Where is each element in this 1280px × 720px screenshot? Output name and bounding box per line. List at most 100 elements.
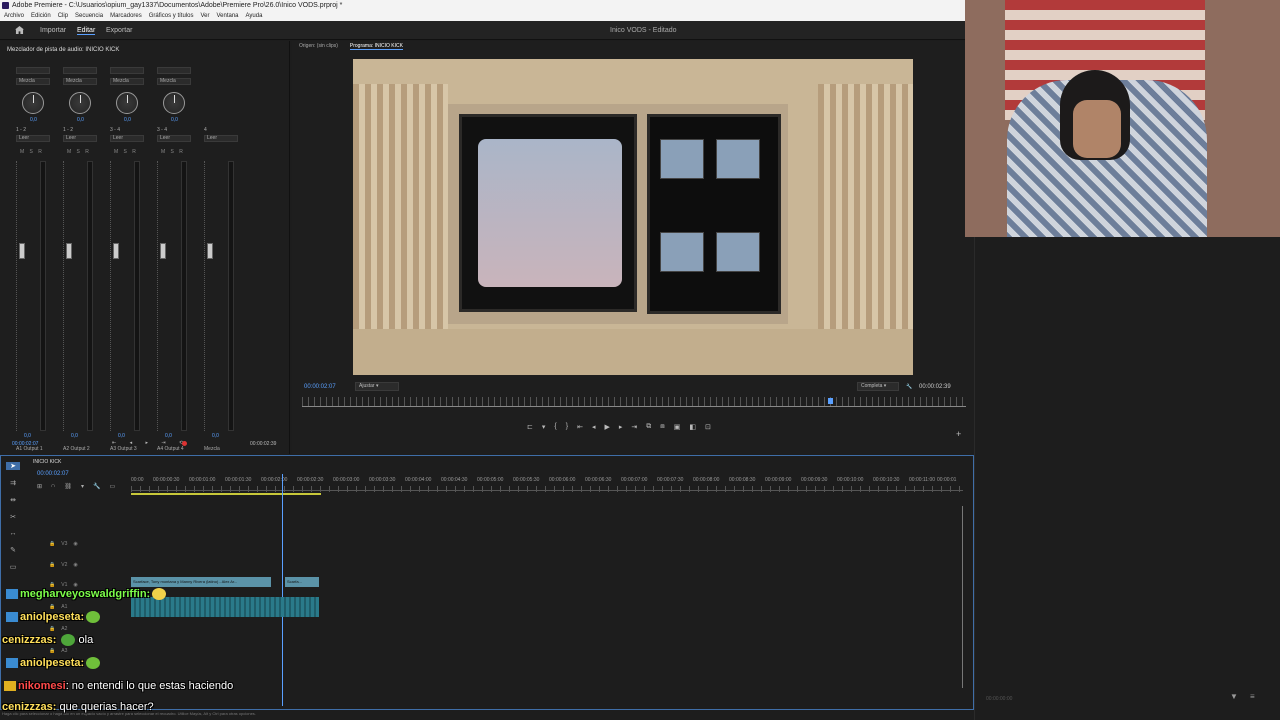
menu-ayuda[interactable]: Ayuda [246, 11, 263, 21]
tab-editar[interactable]: Editar [77, 27, 96, 35]
menu-ver[interactable]: Ver [200, 11, 209, 21]
tab-exportar[interactable]: Exportar [106, 27, 132, 34]
mute-solo-record[interactable]: M S R [161, 149, 185, 155]
menu-marcadores[interactable]: Marcadores [110, 11, 142, 21]
menu-archivo[interactable]: Archivo [4, 11, 24, 21]
mark-in-icon[interactable]: ⊏ [527, 423, 533, 431]
automation-dropdown[interactable]: Leer [110, 135, 144, 142]
track-select-icon[interactable]: ⇉ [10, 479, 16, 487]
wrench-icon[interactable]: 🔧 [93, 483, 100, 490]
mark-clip-icon[interactable]: } [566, 423, 568, 431]
add-button-icon[interactable]: + [956, 429, 961, 439]
lock-icon[interactable]: 🔒 [49, 541, 55, 547]
timeline-timecode[interactable]: 00:00:02:07 [37, 471, 69, 477]
channel-mode-dropdown[interactable]: Mezcla [110, 78, 144, 85]
automation-dropdown[interactable]: Leer [157, 135, 191, 142]
streamer-face [1073, 100, 1121, 158]
menu-ventana[interactable]: Ventana [216, 11, 238, 21]
tab-source[interactable]: Origen: (sin clips) [299, 43, 338, 50]
program-monitor: Origen: (sin clips) Programa: INICIO KIC… [292, 41, 974, 454]
webcam-overlay [965, 0, 1280, 237]
mute-solo-record[interactable]: M S R [114, 149, 138, 155]
rectangle-tool-icon[interactable]: ▭ [10, 563, 17, 571]
eye-icon[interactable]: ◉ [73, 541, 77, 547]
menu-edicion[interactable]: Edición [31, 11, 51, 21]
step-forward-icon[interactable]: ▸ [619, 423, 623, 431]
channel-mode-dropdown[interactable]: Mezcla [63, 78, 97, 85]
overwrite-icon[interactable]: ⧈ [660, 423, 664, 431]
slip-tool-icon[interactable]: ↔ [10, 530, 17, 537]
emote-icon [152, 588, 167, 601]
program-duration: 00:00:02:39 [919, 384, 951, 390]
mixer-duration: 00:00:02:39 [250, 441, 277, 447]
ripple-edit-icon[interactable]: ⇹ [10, 496, 16, 504]
channel-mode-dropdown[interactable]: Mezcla [157, 78, 191, 85]
tab-program[interactable]: Programa: INICIO KICK [349, 43, 403, 50]
pan-knob[interactable] [69, 92, 91, 114]
settings-icon[interactable]: ≡ [1250, 692, 1255, 701]
settings-icon[interactable]: ⊡ [705, 423, 711, 431]
sequence-tab[interactable]: INICIO KICK [33, 459, 61, 465]
automation-dropdown[interactable]: Leer [63, 135, 97, 142]
right-panel-timecode: 00:00:00:00 [986, 696, 1013, 702]
step-back-icon[interactable]: ◂ [592, 423, 596, 431]
pan-knob[interactable] [163, 92, 185, 114]
volume-fader[interactable] [207, 243, 213, 259]
volume-fader[interactable] [160, 243, 166, 259]
mixer-transport[interactable]: ⇤ ◂ ▸ ⇥ ⟲ [112, 440, 189, 446]
channel-effects-dropdown[interactable] [110, 67, 144, 74]
marker-icon[interactable]: ▾ [81, 483, 84, 490]
mixer-title: Mezclador de pista de audio: INICIO KICK [7, 47, 120, 53]
menu-graficos[interactable]: Gráficos y títulos [149, 11, 194, 21]
playback-quality-dropdown[interactable]: Completa ▾ [857, 382, 899, 391]
program-video-frame [353, 59, 913, 375]
channel-effects-dropdown[interactable] [63, 67, 97, 74]
program-playhead[interactable] [828, 398, 833, 404]
timeline-vertical-scrollbar[interactable] [962, 506, 965, 688]
mark-out-icon[interactable]: { [554, 423, 556, 431]
selection-tool-icon[interactable]: ➤ [6, 462, 20, 470]
captions-icon[interactable]: ▭ [109, 483, 115, 490]
record-icon[interactable] [182, 441, 187, 446]
automation-dropdown[interactable]: Leer [16, 135, 50, 142]
channel-effects-dropdown[interactable] [16, 67, 50, 74]
tab-importar[interactable]: Importar [40, 27, 66, 34]
linked-icon[interactable]: ⛓ [64, 483, 72, 490]
work-area-bar[interactable] [131, 493, 321, 495]
menu-clip[interactable]: Clip [58, 11, 68, 21]
automation-dropdown[interactable]: Leer [204, 135, 238, 142]
wrench-icon[interactable]: 🔧 [906, 384, 912, 390]
go-to-in-icon[interactable]: ⇤ [577, 423, 583, 431]
go-to-out-icon[interactable]: ⇥ [631, 423, 637, 431]
camera-icon[interactable]: ▣ [674, 423, 681, 431]
pan-knob[interactable] [22, 92, 44, 114]
insert-icon[interactable]: ⧉ [646, 423, 651, 431]
stream-chat-overlay: megharveyoswaldgriffin: aniolpeseta: cen… [2, 584, 422, 720]
mute-solo-record[interactable]: M S R [20, 149, 44, 155]
pan-knob[interactable] [116, 92, 138, 114]
channel-mode-dropdown[interactable]: Mezcla [16, 78, 50, 85]
nest-icon[interactable]: ⊞ [37, 483, 42, 490]
menu-secuencia[interactable]: Secuencia [75, 11, 103, 21]
comparison-icon[interactable]: ◧ [689, 423, 696, 431]
home-icon[interactable] [15, 26, 24, 34]
channel-effects-dropdown[interactable] [157, 67, 191, 74]
program-timecode[interactable]: 00:00:02:07 [304, 384, 336, 390]
mute-solo-record[interactable]: M S R [67, 149, 91, 155]
volume-fader[interactable] [113, 243, 119, 259]
add-marker-icon[interactable]: ▾ [542, 423, 546, 431]
lock-icon[interactable]: 🔒 [49, 562, 55, 568]
mixer-channel-a3: Mezcla 0,0 3 - 4 Leer M S R 0,0 A3 Outpu… [110, 65, 148, 455]
filter-icon[interactable]: ▼ [1230, 692, 1238, 701]
snap-icon[interactable]: ∩ [51, 483, 55, 490]
program-scrub-bar[interactable] [302, 397, 966, 407]
pen-tool-icon[interactable]: ✎ [10, 546, 16, 554]
play-icon[interactable]: ▶ [604, 423, 609, 431]
volume-fader[interactable] [19, 243, 25, 259]
eye-icon[interactable]: ◉ [73, 562, 77, 568]
chat-message: aniolpeseta: [6, 657, 101, 670]
razor-tool-icon[interactable]: ✂ [10, 513, 16, 521]
volume-fader[interactable] [66, 243, 72, 259]
chat-message: cenizzzas: ola [2, 634, 94, 647]
zoom-fit-dropdown[interactable]: Ajustar ▾ [355, 382, 399, 391]
